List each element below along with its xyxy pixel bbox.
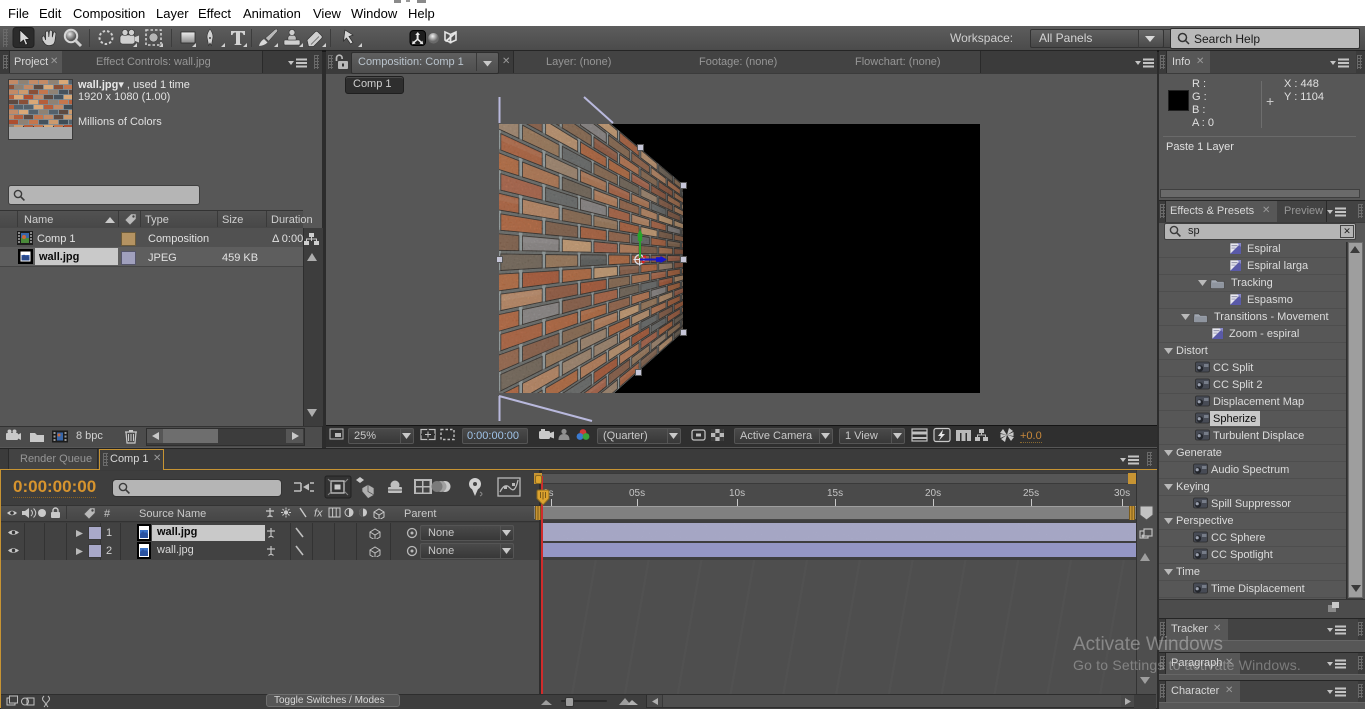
svg-text:fx: fx xyxy=(314,508,323,520)
